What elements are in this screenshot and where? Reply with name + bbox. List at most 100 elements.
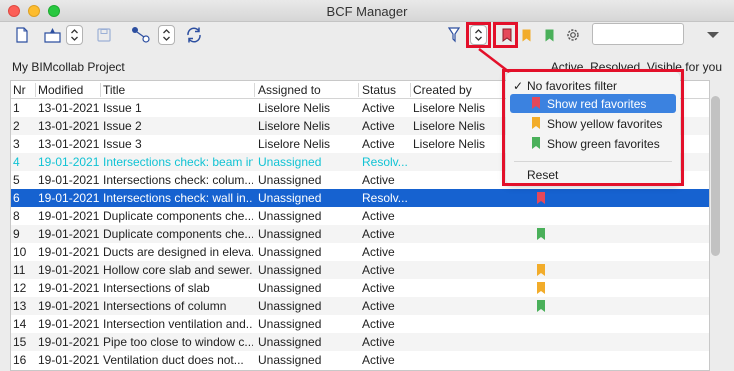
cell-assigned: Unassigned [258,192,322,205]
cell-nr: 5 [13,174,20,187]
cell-status: Active [362,264,395,277]
new-file-button[interactable] [14,24,30,46]
cell-nr: 4 [13,156,20,169]
toolbar-overflow-button[interactable] [704,24,722,46]
red-bookmark-icon[interactable] [537,192,545,204]
column-header-created[interactable]: Created by [413,83,472,97]
open-project-stepper[interactable] [66,25,83,45]
cell-assigned: Unassigned [258,336,322,349]
cell-nr: 14 [13,318,27,331]
toolbar [0,22,734,48]
cell-assigned: Unassigned [258,282,322,295]
cell-nr: 16 [13,354,27,367]
table-row[interactable]: 10 19-01-2021 Ducts are designed in eleva.… [11,243,709,261]
green-bookmark-icon[interactable] [537,228,545,240]
cell-title: Intersections check: wall in... [103,192,253,205]
cell-modified: 19-01-2021 [38,192,100,205]
table-row[interactable]: 14 19-01-2021 Intersection ventilation and… [11,315,709,333]
save-button[interactable] [96,24,112,46]
cell-title: Intersections check: beam in... [103,156,253,169]
window-title: BCF Manager [326,4,408,19]
green-favorite-button[interactable] [543,24,555,46]
title-bar: BCF Manager [0,0,734,22]
green-bookmark-icon[interactable] [537,300,545,312]
sync-button[interactable] [184,24,204,46]
cell-title: Hollow core slab and sewer... [103,264,253,277]
cell-status: Resolv... [362,156,408,169]
column-header-status[interactable]: Status [362,83,396,97]
table-row[interactable]: 6 19-01-2021 Intersections check: wall in.… [11,189,709,207]
cell-title: Duplicate components che... [103,210,253,223]
column-header-title[interactable]: Title [103,83,125,97]
column-header-assigned[interactable]: Assigned to [258,83,321,97]
save-disk-icon [97,28,111,42]
cell-status: Active [362,138,395,151]
vertical-scrollbar[interactable] [711,96,720,256]
cell-created: Liselore Nelis [413,120,486,133]
cell-modified: 19-01-2021 [38,264,100,277]
table-row[interactable]: 9 19-01-2021 Duplicate components che... Un… [11,225,709,243]
cell-modified: 19-01-2021 [38,210,100,223]
filter-button[interactable] [446,24,462,46]
project-name: My BIMcollab Project [12,60,125,74]
cell-nr: 2 [13,120,20,133]
cell-assigned: Unassigned [258,174,322,187]
table-row[interactable]: 13 19-01-2021 Intersections of column Unass… [11,297,709,315]
column-header-modified[interactable]: Modified [38,83,83,97]
yellow-bookmark-icon[interactable] [537,282,545,294]
cell-title: Ventilation duct does not... [103,354,244,367]
cell-title: Intersections check: colum... [103,174,253,187]
cell-nr: 13 [13,300,27,313]
settings-button[interactable] [564,24,582,46]
yellow-bookmark-icon [522,29,530,41]
cell-modified: 19-01-2021 [38,174,100,187]
cell-created: Liselore Nelis [413,102,486,115]
cell-title: Intersections of slab [103,282,210,295]
cell-assigned: Unassigned [258,300,322,313]
new-file-icon [16,27,28,43]
cell-assigned: Unassigned [258,210,322,223]
cell-modified: 19-01-2021 [38,228,100,241]
column-header-nr[interactable]: Nr [13,83,26,97]
cell-title: Issue 3 [103,138,142,151]
cell-title: Intersections of column [103,300,227,313]
table-row[interactable]: 12 19-01-2021 Intersections of slab Unassig… [11,279,709,297]
cell-modified: 19-01-2021 [38,156,100,169]
cell-modified: 19-01-2021 [38,354,100,367]
cell-nr: 8 [13,210,20,223]
table-row[interactable]: 11 19-01-2021 Hollow core slab and sewer..… [11,261,709,279]
cell-assigned: Unassigned [258,264,322,277]
cell-status: Active [362,336,395,349]
cell-status: Active [362,282,395,295]
up-down-chevron-icon [163,29,170,41]
cell-status: Active [362,210,395,223]
cell-status: Active [362,354,395,367]
cell-assigned: Unassigned [258,318,322,331]
cell-modified: 13-01-2021 [38,120,100,133]
open-project-button[interactable] [42,24,64,46]
cell-status: Active [362,300,395,313]
cell-modified: 19-01-2021 [38,318,100,331]
cell-modified: 19-01-2021 [38,282,100,295]
cell-assigned: Unassigned [258,354,322,367]
cell-title: Intersection ventilation and... [103,318,253,331]
cell-modified: 19-01-2021 [38,336,100,349]
cell-status: Active [362,228,395,241]
cell-nr: 15 [13,336,27,349]
cell-modified: 19-01-2021 [38,300,100,313]
cell-assigned: Unassigned [258,156,322,169]
table-row[interactable]: 16 19-01-2021 Ventilation duct does not...… [11,351,709,369]
yellow-bookmark-icon[interactable] [537,264,545,276]
table-row[interactable]: 8 19-01-2021 Duplicate components che... Un… [11,207,709,225]
search-input[interactable] [592,23,684,45]
cell-nr: 3 [13,138,20,151]
red-flag-highlight-box [493,22,518,48]
cell-nr: 1 [13,102,20,115]
table-row[interactable]: 15 19-01-2021 Pipe too close to window c..… [11,333,709,351]
connect-button[interactable] [130,24,152,46]
yellow-favorite-button[interactable] [520,24,532,46]
cell-nr: 6 [13,192,20,205]
menu-highlight-box [502,69,684,186]
connect-stepper[interactable] [158,25,175,45]
chevron-down-icon [707,32,719,38]
